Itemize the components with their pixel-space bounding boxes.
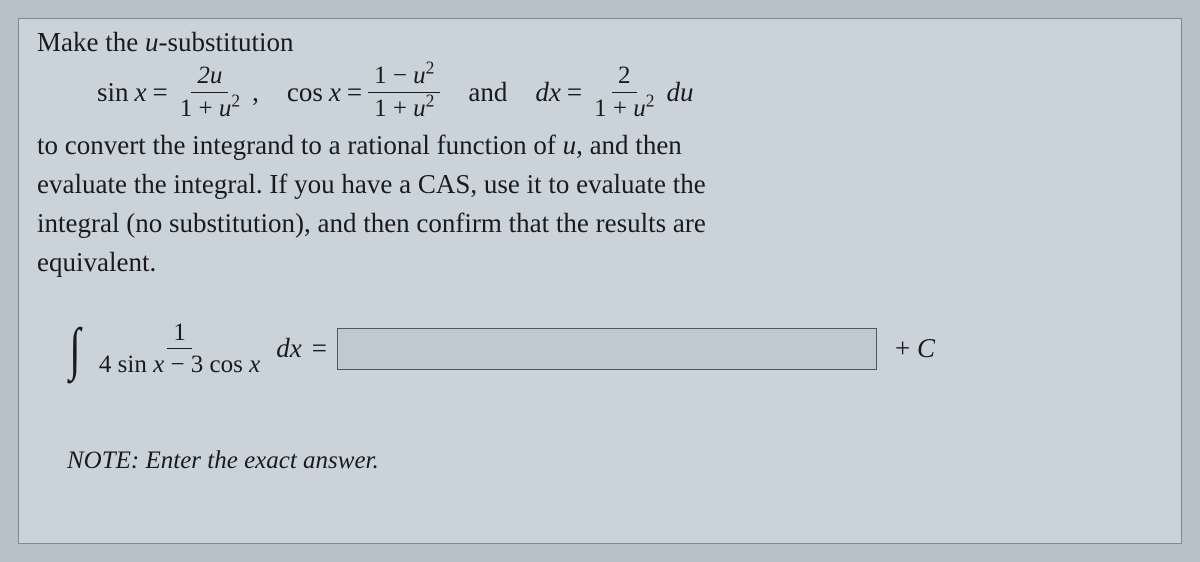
sin-x-var: x [135, 77, 147, 108]
integrand-x1: x [153, 351, 164, 378]
cos-x-var: x [329, 77, 341, 108]
problem-container: Make the u-substitution sin x = 2u 1 + u… [18, 18, 1182, 544]
sin-num: 2u [197, 62, 222, 89]
cos-num-pre: 1 − [374, 62, 413, 89]
eq-sign: = [347, 77, 362, 108]
plus-c-text: + C [895, 333, 935, 364]
body-line3: integral (no substitution), and then con… [37, 208, 706, 238]
intro-pre: Make the [37, 27, 145, 57]
integrand-den-b: − 3 cos [164, 351, 249, 378]
comma: , [252, 77, 259, 108]
body-line1a: to convert the integrand to a rational f… [37, 130, 563, 160]
body-u-var: u [563, 130, 577, 160]
problem-body: to convert the integrand to a rational f… [37, 126, 1163, 283]
cos-label: cos [287, 77, 323, 108]
sin-den-exp: 2 [231, 90, 240, 110]
integral-row: ∫ 1 4 sin x − 3 cos x dx = + C [37, 319, 1163, 379]
body-line4: equivalent. [37, 247, 156, 277]
integrand-num: 1 [167, 319, 192, 350]
dx-den-var: u [633, 95, 646, 122]
answer-input[interactable] [337, 328, 877, 370]
dx-den-pre: 1 + [594, 95, 633, 122]
sin-fraction: 2u 1 + u2 [174, 62, 246, 122]
cos-substitution: cos x = 1 − u2 1 + u2 [287, 62, 441, 122]
du-text: du [666, 77, 693, 108]
note-line: NOTE: Enter the exact answer. [37, 447, 1163, 475]
cos-num-var: u [413, 62, 426, 89]
and-text: and [468, 77, 507, 108]
eq-sign: = [153, 77, 168, 108]
integrand-x2: x [249, 351, 260, 378]
dx-num: 2 [612, 62, 637, 93]
body-line1b: , and then [576, 130, 682, 160]
sin-label: sin [97, 77, 129, 108]
cos-den-pre: 1 + [374, 95, 413, 122]
integral-sign: ∫ [69, 320, 80, 378]
dx-text: dx [276, 333, 301, 364]
sin-den-var: u [219, 95, 232, 122]
sin-den-pre: 1 + [180, 95, 219, 122]
cos-num-exp: 2 [426, 58, 435, 78]
intro-tail: -substitution [158, 27, 293, 57]
cos-den-var: u [413, 95, 426, 122]
intro-u-var: u [145, 27, 159, 57]
body-line2: evaluate the integral. If you have a CAS… [37, 169, 706, 199]
note-label: NOTE: [67, 447, 139, 474]
dx-fraction: 2 1 + u2 [588, 62, 660, 122]
integrand-den-a: 4 sin [99, 351, 153, 378]
sin-substitution: sin x = 2u 1 + u2 , [97, 62, 259, 122]
eq-sign: = [312, 333, 327, 364]
cos-fraction: 1 − u2 1 + u2 [368, 62, 440, 122]
integrand-fraction: 1 4 sin x − 3 cos x [93, 319, 266, 379]
dx-substitution: dx = 2 1 + u2 du [535, 62, 693, 122]
substitution-row: sin x = 2u 1 + u2 , cos x = 1 − u2 1 + u… [37, 62, 1163, 122]
eq-sign: = [567, 77, 582, 108]
dx-label: dx [535, 77, 560, 108]
intro-text: Make the u-substitution [37, 27, 1163, 58]
note-text: Enter the exact answer. [139, 447, 379, 474]
dx-den-exp: 2 [646, 90, 655, 110]
cos-den-exp: 2 [426, 90, 435, 110]
